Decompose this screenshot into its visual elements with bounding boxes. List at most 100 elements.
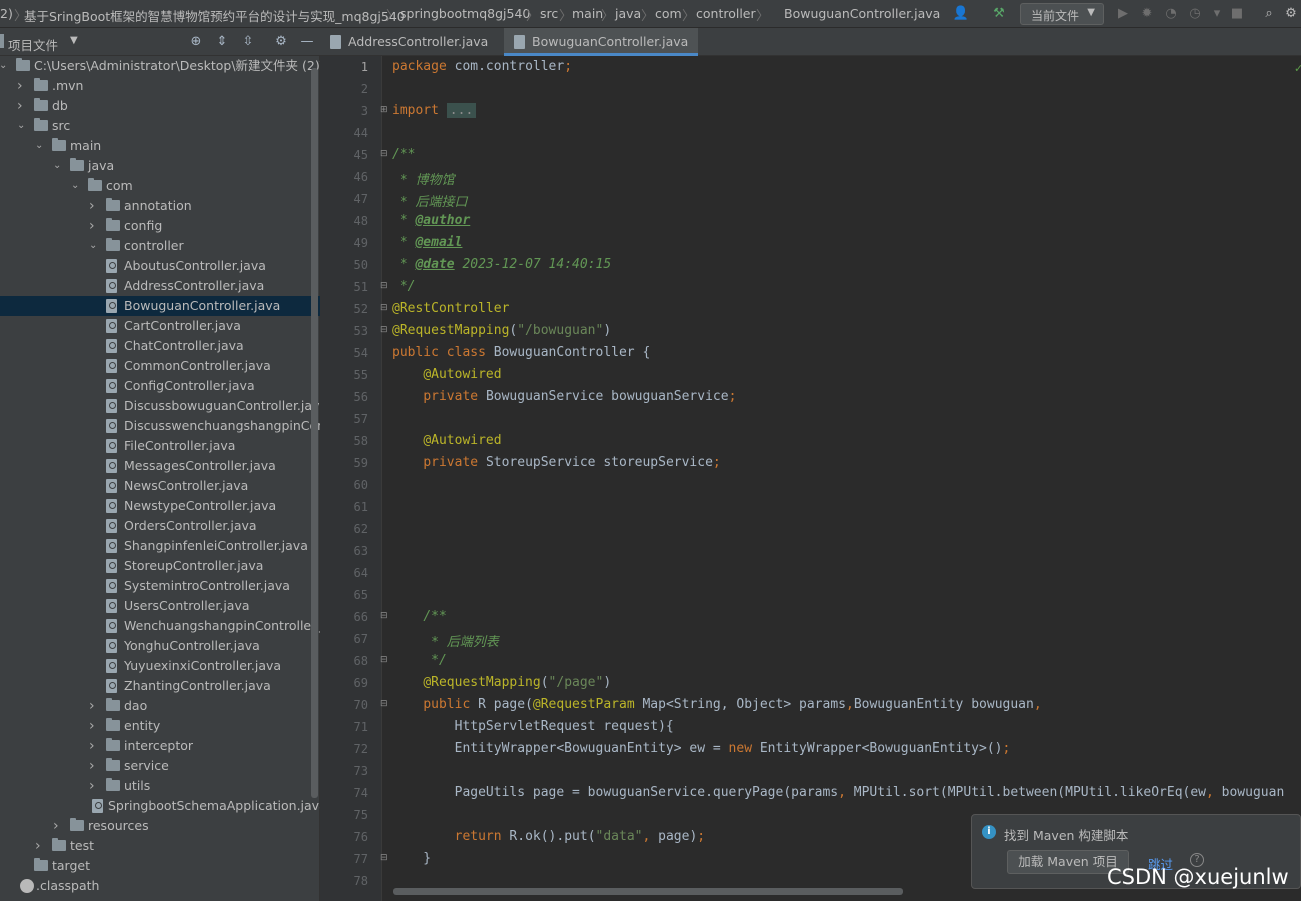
code-line[interactable]: HttpServletRequest request){ [392,719,674,734]
breadcrumb-item[interactable]: com [655,6,682,21]
chevron-down-icon[interactable]: ⌄ [53,156,63,176]
chevron-right-icon[interactable]: › [89,196,99,216]
code-line[interactable]: } [392,851,431,866]
tree-file[interactable]: AboutusController.java [0,256,320,276]
tree-file[interactable]: CommonController.java [0,356,320,376]
code-line[interactable]: @RequestMapping("/bowuguan") [392,323,611,338]
code-line[interactable]: * 博物馆 [392,169,455,188]
chevron-down-icon[interactable]: ⌄ [89,236,99,256]
code-line[interactable]: * @date 2023-12-07 14:40:15 [392,257,611,272]
chevron-down-icon[interactable]: ⌄ [71,176,81,196]
chevron-down-icon[interactable]: ⌄ [17,116,27,136]
chevron-right-icon[interactable]: › [17,96,27,116]
code-line[interactable]: return R.ok().put("data", page); [392,829,706,844]
tree-folder[interactable]: ⌄ controller [0,236,320,256]
profile-icon[interactable]: ◷ [1186,5,1204,23]
code-line[interactable]: EntityWrapper<BowuguanEntity> ew = new E… [392,741,1011,756]
tree-folder[interactable]: › annotation [0,196,320,216]
chevron-down-icon[interactable]: ▼ [70,35,78,46]
code-line[interactable]: /** [392,147,415,162]
build-hammer-icon[interactable]: ⚒ [990,5,1008,23]
run-icon[interactable]: ▶ [1114,5,1132,23]
chevron-right-icon[interactable]: › [89,216,99,236]
chevron-right-icon[interactable]: › [89,716,99,736]
breadcrumb-item[interactable]: main [572,6,603,21]
tree-file[interactable]: ShangpinfenleiController.java [0,536,320,556]
chevron-right-icon[interactable]: › [53,816,63,836]
coverage-icon[interactable]: ◔ [1162,5,1180,23]
tree-file[interactable]: NewstypeController.java [0,496,320,516]
tree-folder[interactable]: › .mvn [0,76,320,96]
tree-file[interactable]: FileController.java [0,436,320,456]
breadcrumb-item[interactable]: 2) [0,6,13,21]
code-line[interactable]: private StoreupService storeupService; [392,455,720,470]
code-line[interactable]: @RestController [392,301,509,316]
tree-folder[interactable]: ⌄ main [0,136,320,156]
user-icon[interactable]: 👤 [952,5,970,23]
breadcrumb-item[interactable]: java [615,6,641,21]
tree-file[interactable]: YuyuexinxiController.java [0,656,320,676]
project-tree-scrollbar[interactable] [311,68,318,798]
tree-file[interactable]: DiscusswenchuangshangpinContro [0,416,320,436]
chevron-right-icon[interactable]: › [35,836,45,856]
tree-folder[interactable]: › config [0,216,320,236]
tree-folder[interactable]: › resources [0,816,320,836]
debug-icon[interactable]: ✹ [1138,5,1156,23]
code-line[interactable]: import ... [392,103,477,118]
tree-folder[interactable]: target [0,856,320,876]
code-line[interactable]: * @author [392,213,470,228]
tree-folder[interactable]: › entity [0,716,320,736]
code-editor[interactable]: package com.controller; import ... /** * 博… [383,56,1301,901]
tree-file[interactable]: SpringbootSchemaApplication.java [0,796,320,816]
code-line[interactable]: private BowuguanService bowuguanService; [392,389,736,404]
search-icon[interactable]: ⌕ [1260,5,1278,23]
code-line[interactable]: * 后端列表 [392,631,499,650]
tree-file[interactable]: ZhantingController.java [0,676,320,696]
tree-file[interactable]: BowuguanController.java [0,296,320,316]
tree-folder[interactable]: › test [0,836,320,856]
tree-file[interactable]: ChatController.java [0,336,320,356]
hide-panel-icon[interactable]: — [298,33,316,51]
code-line[interactable]: */ [392,653,447,668]
editor-horizontal-scrollbar[interactable] [393,888,903,895]
tree-file[interactable]: OrdersController.java [0,516,320,536]
collapse-all-icon[interactable]: ⇳ [239,33,257,51]
breadcrumb-item[interactable]: controller [696,6,756,21]
project-panel-title[interactable]: 项目文件 [8,35,58,54]
code-line[interactable]: * @email [392,235,463,250]
chevron-down-icon[interactable]: ⌄ [35,136,45,156]
code-line[interactable]: package com.controller; [392,59,572,74]
tree-file[interactable]: CartController.java [0,316,320,336]
chevron-right-icon[interactable]: › [89,756,99,776]
tree-folder[interactable]: › interceptor [0,736,320,756]
breadcrumb-current-file[interactable]: BowuguanController.java [784,6,940,21]
code-line[interactable]: /** [392,609,446,624]
tree-file[interactable]: .classpath [0,876,320,896]
tab-bowuguan-controller[interactable]: BowuguanController.java [504,28,698,56]
tree-folder[interactable]: ⌄ com [0,176,320,196]
chevron-right-icon[interactable]: › [89,736,99,756]
tree-file[interactable]: ConfigController.java [0,376,320,396]
tree-file[interactable]: StoreupController.java [0,556,320,576]
gear-icon[interactable]: ⚙ [272,33,290,51]
tree-file[interactable]: YonghuController.java [0,636,320,656]
tree-folder[interactable]: ⌄ src [0,116,320,136]
expand-all-icon[interactable]: ⇕ [213,33,231,51]
stop-icon[interactable]: ■ [1228,5,1246,23]
breadcrumb-item[interactable]: 基于SringBoot框架的智慧博物馆预约平台的设计与实现_mq8gj540 [24,6,405,25]
code-line[interactable]: PageUtils page = bowuguanService.queryPa… [392,785,1285,800]
tree-file[interactable]: DiscussbowuguanController.java [0,396,320,416]
tree-folder[interactable]: › db [0,96,320,116]
breadcrumb-item[interactable]: src [540,6,558,21]
chevron-down-icon[interactable]: ⌄ [0,56,9,76]
tree-folder[interactable]: ⌄ java [0,156,320,176]
tree-file[interactable]: UsersController.java [0,596,320,616]
tab-address-controller[interactable]: AddressController.java [320,28,503,56]
code-line[interactable]: public R page(@RequestParam Map<String, … [392,697,1041,712]
code-line[interactable]: @Autowired [392,367,501,382]
chevron-right-icon[interactable]: › [17,76,27,96]
tree-file[interactable]: WenchuangshangpinController.jav [0,616,320,636]
tree-file[interactable]: NewsController.java [0,476,320,496]
tree-folder[interactable]: ⌄ C:\Users\Administrator\Desktop\新建文件夹 (2… [0,56,320,76]
settings-icon[interactable]: ⚙ [1282,5,1300,23]
